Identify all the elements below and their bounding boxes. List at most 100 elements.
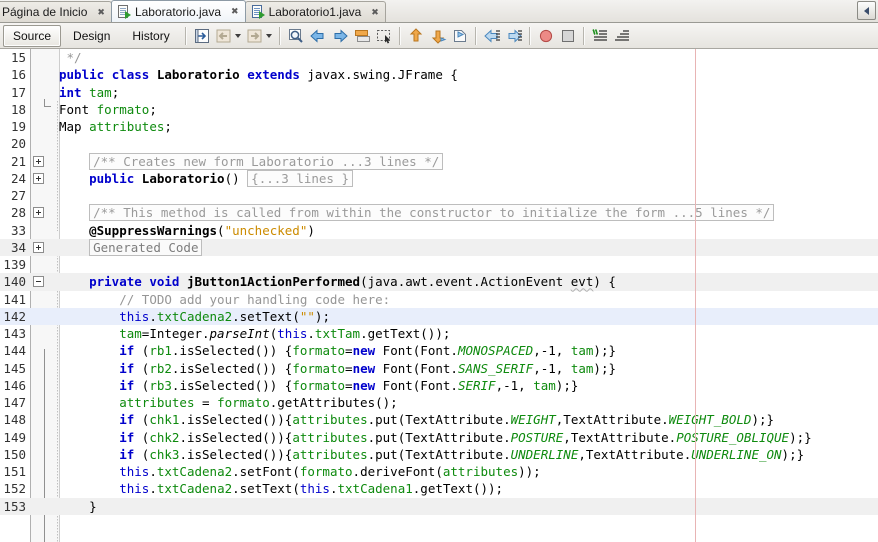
tab-close-icon[interactable]: ✖ — [231, 7, 239, 16]
code-line[interactable]: 140 private void jButton1ActionPerformed… — [0, 273, 878, 291]
tab-source[interactable]: Source — [3, 24, 62, 47]
line-number: 147 — [3, 395, 26, 410]
tab-design[interactable]: Design — [63, 25, 120, 47]
back-icon[interactable] — [214, 26, 234, 46]
code-line[interactable]: 139 — [0, 256, 878, 273]
code-line[interactable]: 143 tam=Integer.parseInt(this.txtTam.get… — [0, 325, 878, 342]
line-number: 21 — [10, 153, 26, 169]
tab-close-icon[interactable]: ✖ — [97, 7, 105, 17]
line-number: 24 — [10, 170, 26, 186]
code-line[interactable]: 153 } — [0, 497, 878, 515]
toggle-breakpoint-icon[interactable] — [536, 26, 556, 46]
code-line[interactable]: 152 this.txtCadena2.setText(this.txtCade… — [0, 480, 878, 497]
toggle-bookmark-icon[interactable] — [450, 26, 470, 46]
back-button-group[interactable] — [213, 26, 244, 46]
code-line[interactable]: 16 public class Laboratorio extends java… — [0, 66, 878, 83]
line-content: @SuppressWarnings("unchecked") — [89, 222, 315, 238]
java-file-icon — [251, 5, 265, 19]
fold-expand-icon[interactable] — [33, 241, 44, 253]
line-content: if (rb3.isSelected()) {formato=new Font(… — [119, 377, 579, 393]
forward-icon[interactable] — [245, 26, 265, 46]
toolbar-separator — [398, 26, 401, 45]
code-line[interactable]: 15 */ — [0, 49, 878, 66]
previous-bookmark-icon[interactable] — [406, 26, 426, 46]
find-selection-icon[interactable] — [286, 26, 306, 46]
comment-icon[interactable] — [590, 26, 610, 46]
last-edit-icon[interactable] — [192, 26, 212, 46]
scroll-left-arrow-icon[interactable] — [857, 1, 876, 20]
code-line[interactable]: 28 /** This method is called from within… — [0, 204, 878, 222]
editor-toolbar: Source Design History — [0, 23, 878, 49]
toolbar-separator — [184, 26, 187, 45]
code-line[interactable]: 19 Map attributes; — [0, 118, 878, 135]
tab-laboratorio1-java[interactable]: Laboratorio1.java ✖ — [244, 1, 386, 22]
code-line[interactable]: 151 this.txtCadena2.setFont(formato.deri… — [0, 463, 878, 480]
code-line[interactable]: 34 Generated Code — [0, 238, 878, 256]
line-content: if (chk3.isSelected()){attributes.put(Te… — [119, 446, 805, 462]
code-line[interactable]: 24 public Laboratorio() {...3 lines } — [0, 169, 878, 187]
code-line[interactable]: 141 // TODO add your handling code here: — [0, 291, 878, 308]
code-line[interactable]: 144 if (rb1.isSelected()) {formato=new F… — [0, 342, 878, 359]
chevron-down-icon[interactable] — [234, 33, 241, 38]
find-next-icon[interactable] — [330, 26, 350, 46]
stop-icon[interactable] — [558, 26, 578, 46]
forward-button-group[interactable] — [244, 26, 275, 46]
code-line[interactable]: 147 attributes = formato.getAttributes()… — [0, 394, 878, 411]
code-lines: 15 */ 16 public class Laboratorio extend… — [0, 49, 878, 515]
code-line[interactable]: 148 if (chk1.isSelected()){attributes.pu… — [0, 411, 878, 428]
fold-expand-icon[interactable] — [33, 207, 44, 219]
chevron-down-icon[interactable] — [265, 33, 272, 38]
line-number: 18 — [10, 101, 26, 117]
code-line[interactable]: 150 if (chk3.isSelected()){attributes.pu… — [0, 446, 878, 463]
code-line-current[interactable]: 142 this.txtCadena2.setText(""); — [0, 307, 878, 325]
line-content: int tam; — [59, 84, 120, 100]
line-number: 16 — [10, 67, 26, 83]
shift-line-right-icon[interactable] — [504, 26, 524, 46]
toolbar-separator — [582, 26, 585, 45]
code-editor[interactable]: 15 */ 16 public class Laboratorio extend… — [0, 49, 878, 542]
line-number: 146 — [3, 377, 26, 393]
line-content: /** Creates new form Laboratorio ...3 li… — [59, 152, 878, 170]
code-line[interactable]: 20 — [0, 135, 878, 152]
code-line[interactable]: 18 Font formato; — [0, 101, 878, 118]
code-line[interactable]: 27 — [0, 187, 878, 204]
line-content: this.txtCadena2.setText(""); — [119, 308, 330, 324]
line-number: 33 — [10, 222, 26, 238]
tab-close-icon[interactable]: ✖ — [371, 7, 379, 17]
fold-expand-icon[interactable] — [33, 155, 44, 167]
find-previous-icon[interactable] — [308, 26, 328, 46]
line-content: public class Laboratorio extends javax.s… — [59, 67, 458, 83]
line-number: 139 — [3, 257, 26, 272]
shift-line-left-icon[interactable] — [482, 26, 502, 46]
code-line[interactable]: 17 int tam; — [0, 84, 878, 101]
tab-history[interactable]: History — [122, 25, 179, 47]
uncomment-icon[interactable] — [612, 26, 632, 46]
line-content — [59, 256, 878, 273]
fold-expand-icon[interactable] — [33, 172, 44, 184]
line-content: // TODO add your handling code here: — [119, 291, 391, 307]
toggle-highlight-icon[interactable] — [352, 26, 372, 46]
line-content: /** This method is called from within th… — [59, 204, 878, 222]
toggle-rectangular-selection-icon[interactable] — [374, 26, 394, 46]
next-bookmark-icon[interactable] — [428, 26, 448, 46]
tab-label: Página de Inicio — [2, 5, 88, 19]
line-number: 27 — [10, 188, 26, 203]
fold-collapse-icon[interactable] — [33, 276, 44, 288]
tab-laboratorio-java[interactable]: Laboratorio.java ✖ — [110, 0, 246, 22]
tab-pagina-de-inicio[interactable]: Página de Inicio ✖ — [0, 1, 112, 22]
line-content — [59, 187, 878, 204]
line-content: */ — [59, 50, 82, 65]
toolbar-separator — [474, 26, 477, 45]
line-number: 150 — [3, 446, 26, 462]
line-content: attributes = formato.getAttributes(); — [119, 395, 398, 410]
line-content: public Laboratorio() {...3 lines } — [59, 169, 878, 187]
code-line[interactable]: 33 @SuppressWarnings("unchecked") — [0, 222, 878, 239]
tab-label: Laboratorio.java — [134, 4, 222, 19]
code-line[interactable]: 146 if (rb3.isSelected()) {formato=new F… — [0, 377, 878, 394]
java-file-icon — [117, 4, 131, 19]
toolbar-separator — [278, 26, 281, 45]
code-line[interactable]: 21 /** Creates new form Laboratorio ...3… — [0, 152, 878, 170]
code-line[interactable]: 149 if (chk2.isSelected()){attributes.pu… — [0, 429, 878, 446]
line-number: 152 — [3, 481, 26, 497]
code-line[interactable]: 145 if (rb2.isSelected()) {formato=new F… — [0, 360, 878, 377]
